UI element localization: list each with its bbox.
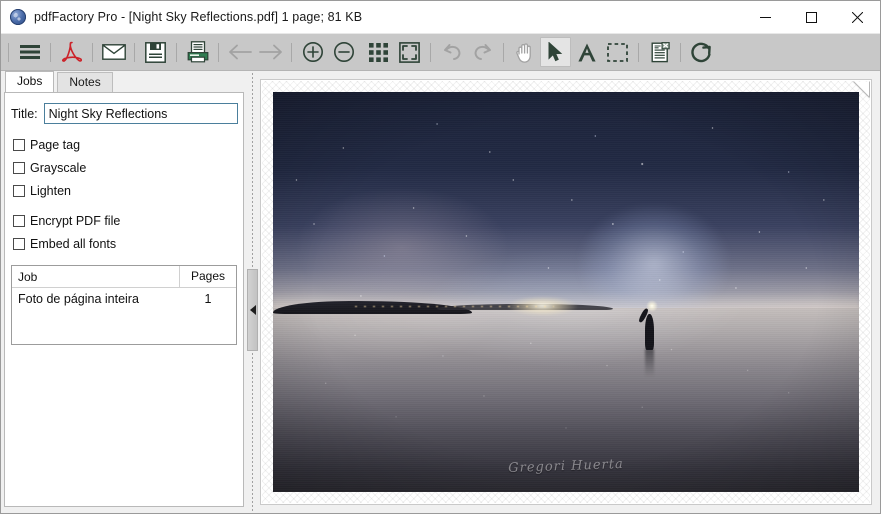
fit-page-icon[interactable] xyxy=(394,37,425,67)
panel-splitter[interactable] xyxy=(246,71,260,513)
tab-notes[interactable]: Notes xyxy=(57,72,113,92)
hand-icon[interactable] xyxy=(509,37,540,67)
text-tool-icon[interactable] xyxy=(571,37,602,67)
undo-icon[interactable] xyxy=(436,37,467,67)
cursor-icon[interactable] xyxy=(540,37,571,67)
print-icon[interactable] xyxy=(182,37,213,67)
maximize-button[interactable] xyxy=(788,1,834,33)
checkbox-encrypt-pdf-file[interactable]: Encrypt PDF file xyxy=(13,209,243,232)
menu-icon[interactable] xyxy=(14,37,45,67)
toolbar-separator xyxy=(176,42,177,62)
column-header-job[interactable]: Job xyxy=(12,270,179,284)
checkbox-box[interactable] xyxy=(13,138,25,151)
jobs-panel: Title: Page tag Grayscale Lighten xyxy=(4,92,244,507)
toolbar-separator xyxy=(291,42,292,62)
checkbox-box[interactable] xyxy=(13,161,25,174)
checkbox-label: Page tag xyxy=(30,137,81,152)
pdffactory-window: pdfFactory Pro - [Night Sky Reflections.… xyxy=(0,0,881,514)
arrow-right-icon[interactable] xyxy=(255,37,286,67)
delete-page-icon[interactable] xyxy=(644,37,675,67)
column-header-pages[interactable]: Pages xyxy=(179,266,236,287)
zoom-in-icon[interactable] xyxy=(297,37,328,67)
pdf-page[interactable]: Gregori Huerta xyxy=(260,79,872,505)
zoom-out-icon[interactable] xyxy=(328,37,359,67)
toolbar-separator xyxy=(638,42,639,62)
refresh-icon[interactable] xyxy=(686,37,717,67)
cell-job-pages: 1 xyxy=(204,292,212,306)
panel-tabs: Jobs Notes xyxy=(1,71,246,92)
toolbar-separator xyxy=(430,42,431,62)
photo-night-sky-reflections: Gregori Huerta xyxy=(273,92,859,492)
toolbar-separator xyxy=(218,42,219,62)
close-button[interactable] xyxy=(834,1,880,33)
save-icon[interactable] xyxy=(140,37,171,67)
triangle-left-icon xyxy=(249,305,256,315)
pdffactory-globe-icon xyxy=(10,9,26,25)
minimize-button[interactable] xyxy=(742,1,788,33)
checkbox-grayscale[interactable]: Grayscale xyxy=(13,156,243,179)
document-preview-area[interactable]: Gregori Huerta xyxy=(260,71,880,513)
checkbox-lighten[interactable]: Lighten xyxy=(13,179,243,202)
checkbox-label: Embed all fonts xyxy=(30,236,117,251)
checkbox-embed-all-fonts[interactable]: Embed all fonts xyxy=(13,232,243,255)
toolbar-separator xyxy=(8,42,9,62)
checkbox-box[interactable] xyxy=(13,237,25,250)
adobe-pdf-icon[interactable] xyxy=(56,37,87,67)
checkbox-page-tag[interactable]: Page tag xyxy=(13,133,243,156)
marquee-icon[interactable] xyxy=(602,37,633,67)
job-table[interactable]: Job Pages Foto de página inteira 1 xyxy=(11,265,237,345)
grid-icon[interactable] xyxy=(363,37,394,67)
title-label: Title: xyxy=(11,106,38,121)
tab-jobs[interactable]: Jobs xyxy=(5,71,55,92)
main-toolbar xyxy=(1,34,880,71)
toolbar-separator xyxy=(503,42,504,62)
toolbar-separator xyxy=(50,42,51,62)
table-row[interactable]: Foto de página inteira 1 xyxy=(12,288,236,310)
toolbar-separator xyxy=(680,42,681,62)
checkbox-box[interactable] xyxy=(13,214,25,227)
page-fold-corner-icon xyxy=(853,81,870,98)
redo-icon[interactable] xyxy=(467,37,498,67)
job-table-header: Job Pages xyxy=(12,266,236,288)
checkbox-box[interactable] xyxy=(13,184,25,197)
photo-grain xyxy=(273,92,859,492)
title-row: Title: xyxy=(11,103,243,124)
toolbar-separator xyxy=(92,42,93,62)
checkbox-label: Grayscale xyxy=(30,160,87,175)
cell-job-name: Foto de página inteira xyxy=(18,292,139,306)
envelope-icon[interactable] xyxy=(98,37,129,67)
toolbar-separator xyxy=(134,42,135,62)
splitter-collapse-handle[interactable] xyxy=(247,269,258,351)
left-panel: Jobs Notes Title: Page tag Grayscale xyxy=(1,71,246,513)
checkbox-label: Lighten xyxy=(30,183,72,198)
title-input[interactable] xyxy=(43,103,238,124)
window-controls xyxy=(742,1,880,33)
title-bar: pdfFactory Pro - [Night Sky Reflections.… xyxy=(1,1,880,34)
options-checkbox-group: Page tag Grayscale Lighten Encrypt PDF f… xyxy=(13,133,243,255)
arrow-left-icon[interactable] xyxy=(224,37,255,67)
checkbox-label: Encrypt PDF file xyxy=(30,213,121,228)
window-title: pdfFactory Pro - [Night Sky Reflections.… xyxy=(34,10,363,24)
window-body: Jobs Notes Title: Page tag Grayscale xyxy=(1,71,880,513)
